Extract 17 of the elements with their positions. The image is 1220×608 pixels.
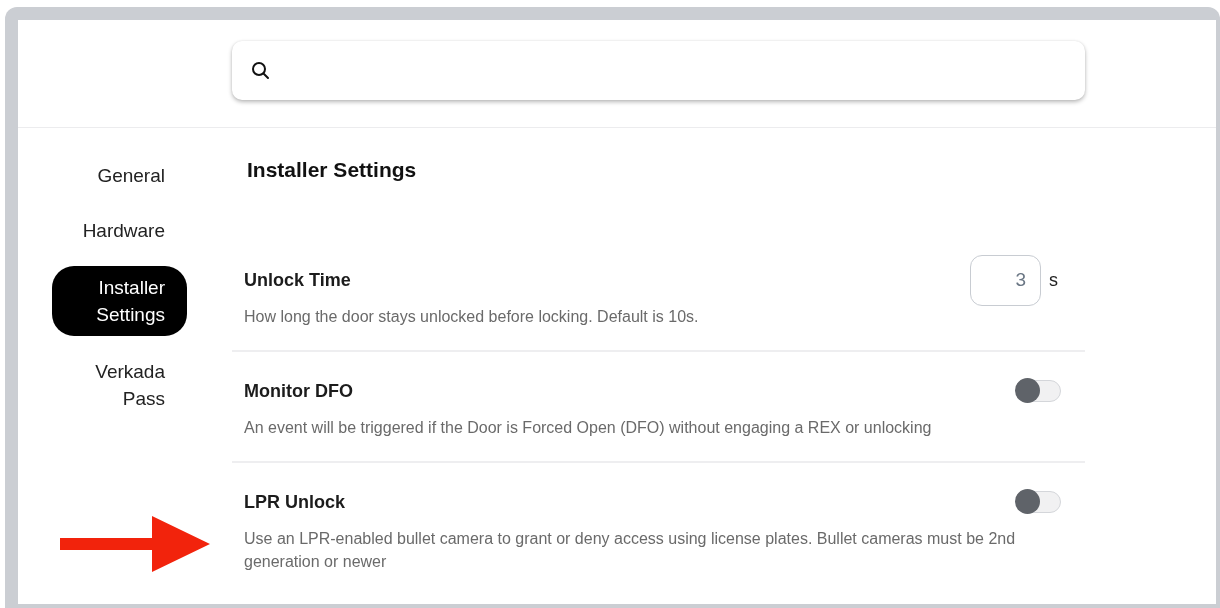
setting-description: Use an LPR-enabled bullet camera to grant or deny access using license plates. Bullet cameras must be 2nd generation or newer xyxy=(244,529,1017,572)
search-icon xyxy=(251,60,271,81)
number-field[interactable]: 3 xyxy=(970,254,1041,306)
search-field[interactable] xyxy=(232,41,1085,100)
section-title: Installer Settings xyxy=(246,157,418,183)
setting-title: LPR Unlock xyxy=(244,491,345,513)
sidebar-item[interactable]: Verkada Pass xyxy=(52,352,187,418)
toggle-switch[interactable] xyxy=(1017,380,1061,402)
setting-title: Unlock Time xyxy=(244,269,351,291)
sidebar-item[interactable]: Installer Settings xyxy=(52,266,187,336)
setting-title: Monitor DFO xyxy=(244,380,353,402)
setting-description: An event will be triggered if the Door is Forced Open (DFO) without engaging a REX or unlocking xyxy=(244,418,933,438)
sidebar-item[interactable]: General xyxy=(52,156,187,195)
setting-description: How long the door stays unlocked before locking. Default is 10s. xyxy=(244,307,700,327)
toggle-switch[interactable] xyxy=(1017,491,1061,513)
unit-label: s xyxy=(1049,269,1058,291)
sidebar-item[interactable]: Hardware xyxy=(52,211,187,250)
